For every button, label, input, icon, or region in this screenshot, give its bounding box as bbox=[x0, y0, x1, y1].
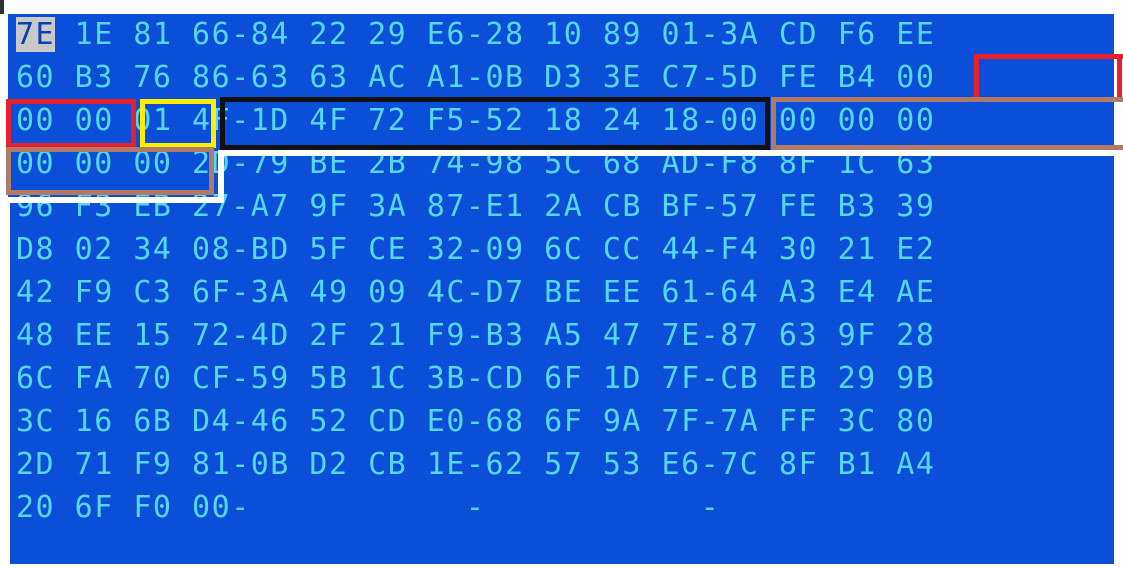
hex-dump-pane[interactable]: 7E 1E 81 66-84 22 29 E6-28 10 89 01-3A C… bbox=[8, 14, 1114, 564]
hex-row-2[interactable]: 00 00 01 4F-1D 4F 72 F5-52 18 24 18-00 0… bbox=[16, 100, 1114, 142]
hex-row-0[interactable]: 7E 1E 81 66-84 22 29 E6-28 10 89 01-3A C… bbox=[16, 14, 1114, 56]
red-highlight-box-edge bbox=[1115, 54, 1123, 102]
hex-row-9[interactable]: 3C 16 6B D4-46 52 CD E0-68 6F 9A 7F-7A F… bbox=[16, 401, 1114, 443]
white-outline-step bbox=[218, 150, 224, 203]
white-outline-left bbox=[4, 197, 10, 568]
hex-cursor-byte[interactable]: 7E bbox=[16, 17, 56, 52]
hex-row-8[interactable]: 6C FA 70 CF-59 5B 1C 3B-CD 6F 1D 7F-CB E… bbox=[16, 358, 1114, 400]
hex-row-4[interactable]: 96 F3 EB 27-A7 9F 3A 87-E1 2A CB BF-57 F… bbox=[16, 186, 1114, 228]
hex-row-1[interactable]: 60 B3 76 86-63 63 AC A1-0B D3 3E C7-5D F… bbox=[16, 57, 1114, 99]
hex-row-6[interactable]: 42 F9 C3 6F-3A 49 09 4C-D7 BE EE 61-64 A… bbox=[16, 272, 1114, 314]
white-outline-top-left bbox=[6, 197, 222, 203]
hex-row-5[interactable]: D8 02 34 08-BD 5F CE 32-09 6C CC 44-F4 3… bbox=[16, 229, 1114, 271]
hex-row-7[interactable]: 48 EE 15 72-4D 2F 21 F9-B3 A5 47 7E-87 6… bbox=[16, 315, 1114, 357]
hex-row-11[interactable]: 20 6F F0 00- - - bbox=[16, 487, 1114, 529]
white-outline-top-right bbox=[218, 150, 1123, 156]
hex-row-10[interactable]: 2D 71 F9 81-0B D2 CB 1E-62 57 53 E6-7C 8… bbox=[16, 444, 1114, 486]
hex-row-0-bytes: 1E 81 66-84 22 29 E6-28 10 89 01-3A CD F… bbox=[55, 17, 936, 52]
window-edge-marker bbox=[0, 0, 4, 14]
